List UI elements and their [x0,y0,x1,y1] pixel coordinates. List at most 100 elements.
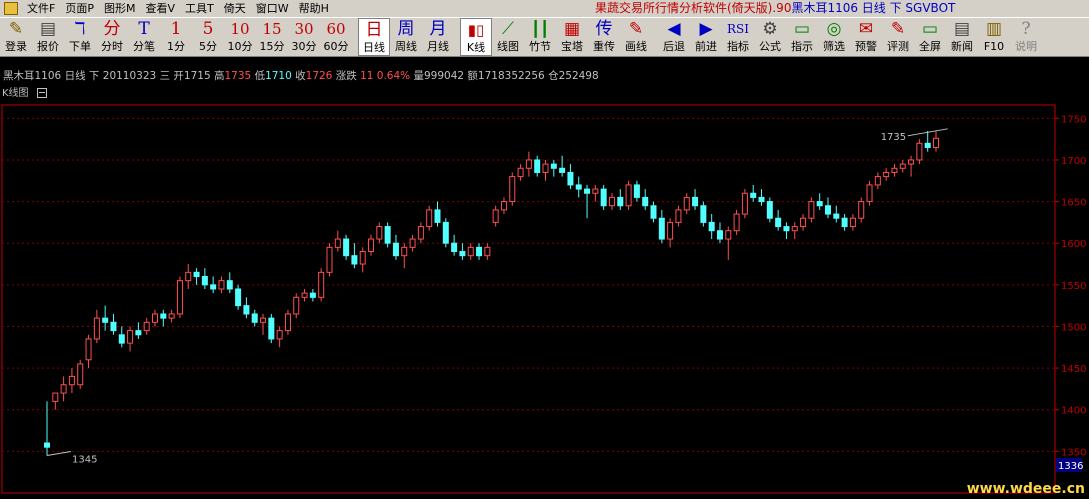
panel-header: K线图 [0,87,47,101]
candle-body [858,201,865,219]
monthly-button[interactable]: 月月线 [422,18,454,56]
candle-body [741,192,748,215]
order-label: 下单 [69,40,91,53]
daily-button[interactable]: 日日线 [358,18,390,56]
menu-tools[interactable]: 工具T [180,0,219,17]
filter-label: 筛选 [823,40,845,53]
candle-body [800,217,807,228]
y-tick-label: 1550 [1061,281,1086,292]
menu-view[interactable]: 查看V [140,0,180,17]
menu-file[interactable]: 文件F [22,0,60,17]
candle-body [933,137,939,148]
candle-body [44,442,50,448]
bamboo-label: 竹节 [529,40,551,53]
menu-graph[interactable]: 图形M [99,0,141,17]
weekly-button[interactable]: 周周线 [390,18,422,56]
app-logo-icon [4,2,18,15]
low-marker-label: 1345 [72,455,97,466]
candle-body [733,213,740,232]
info-period: 日线 [64,70,86,82]
candle-body [118,334,125,344]
candle-body [251,313,258,323]
tick-button[interactable]: T 分笔 [128,18,160,56]
15min-icon: 15 [262,20,282,38]
indicator-button[interactable]: RSI 指标 [722,18,754,56]
fullscreen-icon: ▭ [921,19,939,39]
y-tick-label: 1400 [1061,406,1086,417]
menu-page[interactable]: 页面P [60,0,99,17]
pagoda-button[interactable]: ▦ 宝塔 [556,18,588,56]
news-icon: ▤ [953,19,971,39]
info-weekday: 三 [159,70,171,82]
formula-button[interactable]: ⚙ 公式 [754,18,786,56]
menu-help[interactable]: 帮助H [294,0,334,17]
candle-body [426,209,433,228]
bamboo-button[interactable]: ┃┃ 竹节 [524,18,556,56]
news-button[interactable]: ▤ 新闻 [946,18,978,56]
kline-button[interactable]: ▮▯ K线 [460,18,492,56]
order-button[interactable]: ℸ 下单 [64,18,96,56]
login-button[interactable]: ✎ 登录 [0,18,32,56]
candle-body [260,317,267,323]
help-button[interactable]: ? 说明 [1010,18,1042,56]
info-date: 20110323 [102,70,157,82]
info-close-label: 收 [295,70,306,82]
candle-body [683,196,690,211]
candle-body [368,238,375,253]
candle-body [409,238,416,248]
candle-body [517,167,524,178]
reload-button[interactable]: 传重传 [588,18,620,56]
indicate-button[interactable]: ▭ 指示 [786,18,818,56]
draw-line-button[interactable]: ✎ 画线 [620,18,652,56]
candle-body [883,171,890,178]
candle-body [417,226,424,240]
candle-body [235,288,242,307]
collapse-panel-icon[interactable] [36,88,47,98]
candle-body [575,184,582,190]
weekly-icon: 周 [397,19,415,39]
1min-button[interactable]: 1 1分 [160,18,192,56]
candle-body [351,255,358,265]
15min-label: 15分 [259,40,285,53]
candle-body [550,163,557,169]
info-low-label: 低 [254,70,266,82]
evaluate-button[interactable]: ✎ 评测 [882,18,914,56]
timeshare-button[interactable]: 分分时 [96,18,128,56]
5min-icon: 5 [202,19,214,39]
panel-title: K线图 [2,88,29,99]
alert-button[interactable]: ✉ 预警 [850,18,882,56]
kline-chart[interactable]: 1350 1400 1450 1500 1550 1600 1650 1700 1750 1345… [0,101,1089,499]
10min-button[interactable]: 10 10分 [224,18,256,56]
candle-body [102,317,109,323]
kline-label: K线 [466,41,486,54]
60min-button[interactable]: 60 60分 [320,18,352,56]
candle-body [359,251,366,265]
kline-icon: ▮▯ [467,21,485,39]
candle-body [309,292,316,298]
30min-button[interactable]: 30 30分 [288,18,320,56]
candle-body [68,375,75,386]
f10-button[interactable]: ▥ F10 [978,18,1010,56]
quote-button[interactable]: ▤ 报价 [32,18,64,56]
menu-yitian[interactable]: 倚天 [219,0,251,17]
draw-line-icon: ✎ [628,19,644,39]
info-close: 1726 [305,70,333,82]
candle-body [152,313,159,323]
fullscreen-button[interactable]: ▭ 全屏 [914,18,946,56]
15min-button[interactable]: 15 15分 [256,18,288,56]
5min-button[interactable]: 5 5分 [192,18,224,56]
candle-body [135,330,142,336]
candle-body [791,226,798,232]
candle-body [60,384,67,394]
30min-icon: 30 [294,20,314,38]
back-button[interactable]: ◀ 后退 [658,18,690,56]
info-change-pct: 0.64% [376,70,411,82]
candle-body [451,242,458,253]
candle-body [584,188,591,194]
menu-window[interactable]: 窗口W [251,0,294,17]
linechart-button[interactable]: ⟋ 线图 [492,18,524,56]
forward-button[interactable]: ▶ 前进 [690,18,722,56]
back-icon: ◀ [667,19,681,39]
info-change: 11 [360,70,374,82]
filter-button[interactable]: ◎ 筛选 [818,18,850,56]
